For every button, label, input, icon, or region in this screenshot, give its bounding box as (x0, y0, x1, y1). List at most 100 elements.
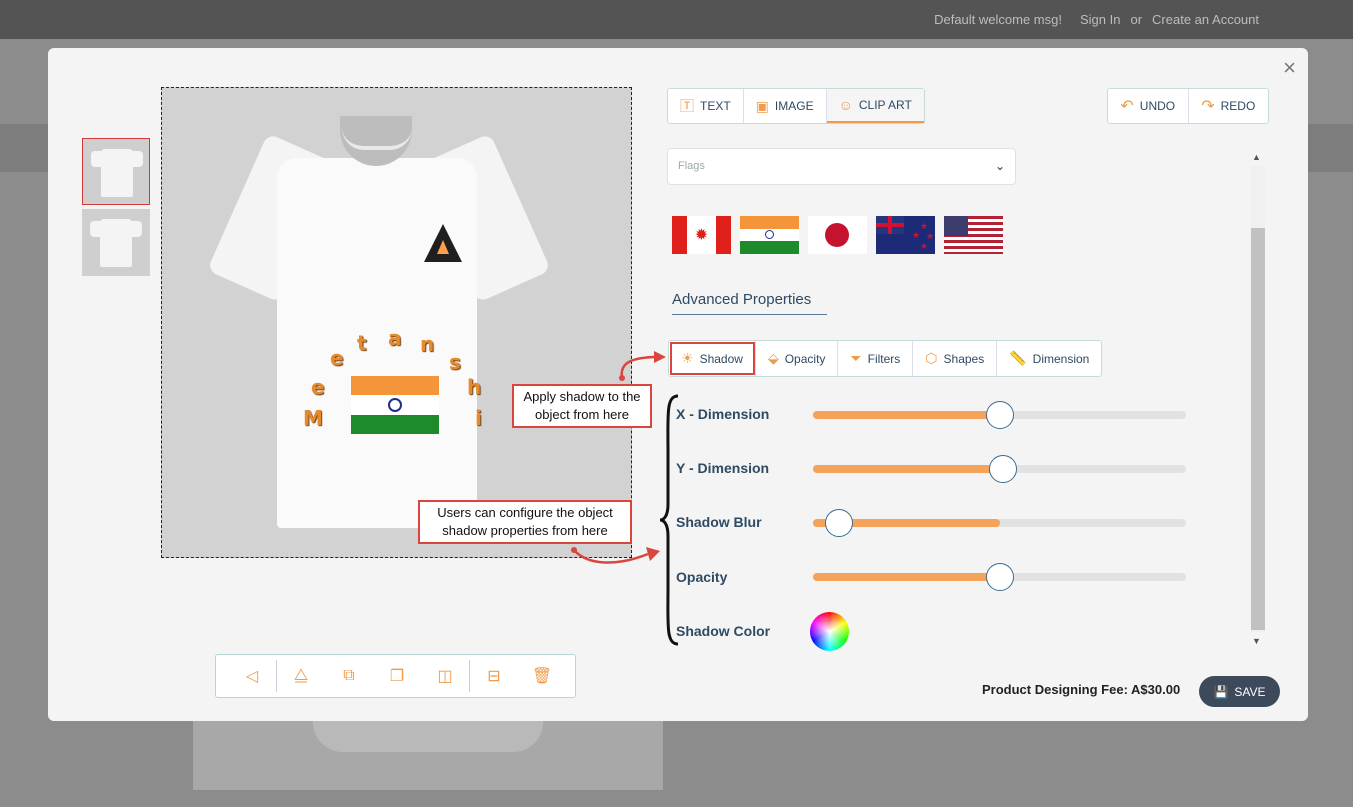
image-icon: ▣ (755, 97, 769, 114)
tab-image-label: IMAGE (774, 99, 814, 113)
content-tabs: 🅃 TEXT ▣ IMAGE ☺ CLIP ART (667, 88, 925, 124)
tab-image[interactable]: ▣ IMAGE (744, 89, 827, 123)
design-letter-i[interactable]: i (475, 406, 482, 430)
flip-icon[interactable]: ⧋ (277, 654, 325, 698)
or-text: or (1130, 12, 1143, 27)
tab-clip-art-label: CLIP ART (858, 98, 912, 112)
sun-icon: ☀ (681, 350, 694, 366)
tab-opacity-label: Opacity (784, 351, 826, 366)
redo-button[interactable]: ↷ REDO (1189, 89, 1269, 123)
tab-shapes[interactable]: ⬡ Shapes (913, 341, 998, 376)
design-letter-t[interactable]: t (357, 331, 367, 355)
tab-text-label: TEXT (700, 99, 731, 113)
design-letter-e2[interactable]: e (330, 346, 344, 370)
japan-flag[interactable] (808, 216, 867, 254)
design-letter-a[interactable]: a (388, 326, 402, 350)
close-icon[interactable]: × (1283, 57, 1296, 79)
slider-handle[interactable] (985, 563, 1014, 591)
redo-label: REDO (1220, 99, 1256, 113)
slider-handle[interactable] (985, 401, 1014, 429)
top-bar: Default welcome msg! Sign In or Create a… (0, 0, 1353, 39)
tab-shadow[interactable]: ☀ Shadow (669, 341, 756, 376)
thumbnail-front[interactable] (82, 138, 150, 205)
shadow-blur-slider[interactable] (813, 509, 1186, 537)
ashoka-chakra-icon (388, 398, 402, 412)
tab-dimension-label: Dimension (1032, 351, 1090, 366)
create-account-link[interactable]: Create an Account (1152, 12, 1259, 27)
x-dimension-slider[interactable] (813, 401, 1186, 429)
design-letter-e1[interactable]: e (311, 375, 325, 399)
canada-flag[interactable]: ✹ (672, 216, 731, 254)
delete-icon[interactable]: 🗑 (518, 654, 566, 698)
arrow-to-shadow-props (571, 547, 660, 564)
center-vertical-icon[interactable]: ⊟ (470, 654, 518, 698)
y-dimension-slider[interactable] (813, 455, 1186, 483)
save-label: SAVE (1234, 684, 1266, 699)
undo-icon: ↶ (1120, 98, 1134, 115)
advanced-properties-heading: Advanced Properties (672, 291, 827, 315)
center-horizontal-icon[interactable]: ◫ (421, 654, 469, 698)
clipart-icon: ☺ (838, 97, 853, 113)
send-backward-icon[interactable]: ❐ (373, 654, 421, 698)
design-canvas[interactable]: M e e t a n s h i (161, 87, 632, 558)
align-icon[interactable]: ◁ (228, 654, 276, 698)
slider-handle[interactable] (825, 509, 854, 537)
opacity-slider[interactable] (813, 563, 1186, 591)
design-letter-s[interactable]: s (449, 350, 461, 374)
x-dimension-label: X - Dimension (676, 406, 770, 422)
design-modal: × M e e t a n s h i ◁ ⧋ ⧉ ❐ ◫ ⊟ 🗑 🅃 TEXT… (48, 48, 1308, 721)
shadow-tab-callout: Apply shadow to the object from here (512, 384, 652, 428)
tab-text[interactable]: 🅃 TEXT (668, 89, 744, 123)
thumbnail-back[interactable] (82, 209, 150, 276)
clipart-gallery: ✹ ★ ★ ★ ★ (672, 216, 1003, 254)
background-product-image (193, 720, 663, 790)
usa-flag[interactable] (944, 216, 1003, 254)
tshirt-collar (342, 128, 412, 150)
undo-button[interactable]: ↶ UNDO (1108, 89, 1189, 123)
scrollbar-thumb[interactable] (1251, 228, 1265, 630)
canvas-toolbar: ◁ ⧋ ⧉ ❐ ◫ ⊟ 🗑 (215, 654, 576, 698)
category-select-value: Flags (678, 160, 705, 172)
view-thumbnails (82, 138, 150, 280)
color-wheel-icon[interactable] (810, 612, 849, 651)
tshirt-body (277, 158, 477, 528)
india-flag-clipart[interactable] (351, 376, 439, 434)
new-zealand-flag[interactable]: ★ ★ ★ ★ (876, 216, 935, 254)
triangle-logo-inner (437, 240, 449, 254)
sign-in-link[interactable]: Sign In (1080, 12, 1120, 27)
tab-opacity[interactable]: ⬙ Opacity (756, 341, 839, 376)
save-button[interactable]: 💾 SAVE (1199, 676, 1280, 707)
tab-dimension[interactable]: 📏 Dimension (997, 341, 1101, 376)
drop-icon: ⬙ (767, 350, 779, 366)
slider-handle[interactable] (989, 455, 1018, 483)
text-icon: 🅃 (680, 98, 694, 114)
advanced-property-tabs: ☀ Shadow ⬙ Opacity ⏷ Filters ⬡ Shapes 📏 Dimen… (668, 340, 1103, 377)
ruler-icon: 📏 (1009, 350, 1027, 366)
india-flag[interactable] (740, 216, 799, 254)
hexagon-icon: ⬡ (925, 350, 938, 366)
save-icon: 💾 (1213, 684, 1229, 699)
bring-forward-icon[interactable]: ⧉ (325, 654, 373, 698)
curly-brace-annotation (659, 394, 679, 646)
tab-clip-art[interactable]: ☺ CLIP ART (826, 89, 924, 123)
history-controls: ↶ UNDO ↷ REDO (1107, 88, 1269, 124)
design-letter-M[interactable]: M (303, 406, 323, 430)
clipart-category-select[interactable]: Flags ⌄ (667, 148, 1016, 185)
shadow-blur-label: Shadow Blur (676, 514, 762, 530)
tab-shapes-label: Shapes (943, 351, 985, 366)
properties-scrollbar[interactable]: ▲ ▼ (1249, 150, 1267, 646)
tab-shadow-label: Shadow (699, 351, 743, 366)
arrow-to-shadow-tab (619, 351, 666, 381)
scroll-down-icon[interactable]: ▼ (1252, 636, 1261, 646)
y-dimension-label: Y - Dimension (676, 460, 770, 476)
undo-label: UNDO (1139, 99, 1176, 113)
shadow-color-label: Shadow Color (676, 623, 771, 639)
scroll-up-icon[interactable]: ▲ (1252, 152, 1261, 162)
tab-filters[interactable]: ⏷ Filters (838, 341, 914, 376)
design-letter-n[interactable]: n (420, 332, 434, 356)
tab-filters-label: Filters (867, 351, 901, 366)
opacity-label: Opacity (676, 569, 728, 585)
redo-icon: ↷ (1201, 98, 1215, 115)
design-letter-h[interactable]: h (467, 375, 481, 399)
funnel-icon: ⏷ (850, 350, 862, 366)
